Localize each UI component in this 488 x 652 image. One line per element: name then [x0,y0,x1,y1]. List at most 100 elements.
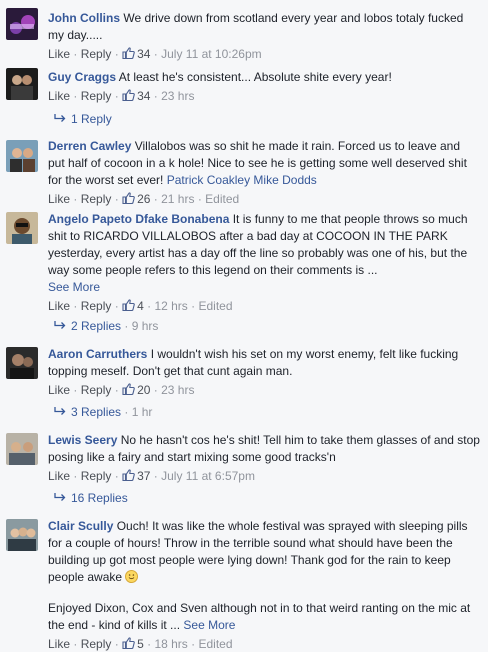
separator: · [73,47,78,61]
like-count[interactable]: 26 [137,192,150,206]
like-button[interactable]: Like [48,89,70,103]
comment-author[interactable]: Clair Scully [48,519,113,533]
replies-timestamp: 9 hrs [131,319,159,333]
reply-button[interactable]: Reply [81,47,112,61]
like-button[interactable]: Like [48,299,70,313]
reply-arrow-icon [54,114,66,122]
replies-label[interactable]: 3 Replies [71,405,121,419]
comment-meta: Like · Reply · 5 · 18 hrs · Edited [48,636,480,652]
separator: · [124,319,129,333]
tagged-users[interactable]: Patrick Coakley Mike Dodds [167,173,317,187]
edited-label[interactable]: Edited [199,637,233,651]
see-more-link[interactable]: See More [48,280,100,294]
comment-author[interactable]: John Collins [48,11,120,25]
avatar[interactable] [6,433,38,465]
smile-emoji-icon [125,570,139,583]
reply-button[interactable]: Reply [81,89,112,103]
separator: · [153,89,158,103]
comment-meta: Like · Reply · 37 · July 11 at 6:57pm [48,468,480,484]
replies-label[interactable]: 16 Replies [71,491,128,505]
timestamp[interactable]: 23 hrs [161,89,194,103]
reply-button[interactable]: Reply [81,383,112,397]
timestamp[interactable]: 21 hrs [161,192,194,206]
like-count[interactable]: 5 [137,637,144,651]
reply-button[interactable]: Reply [81,192,112,206]
thumbs-up-icon [122,47,135,59]
separator: · [73,89,78,103]
timestamp[interactable]: July 11 at 6:57pm [161,469,255,483]
comment-text: At least he's consistent... Absolute shi… [118,70,392,84]
separator: · [153,47,158,61]
timestamp[interactable]: 18 hrs [154,637,187,651]
separator: · [114,299,119,313]
comment-author[interactable]: Guy Craggs [48,70,116,84]
comment-author[interactable]: Angelo Papeto Dfake Bonabena [48,212,229,226]
separator: · [124,405,129,419]
separator: · [114,469,119,483]
view-replies-link[interactable]: 2 Replies · 9 hrs [54,318,158,334]
comment-meta: Like · Reply · 20 · 23 hrs [48,382,480,398]
reply-button[interactable]: Reply [81,469,112,483]
separator: · [153,383,158,397]
separator: · [73,192,78,206]
timestamp[interactable]: 23 hrs [161,383,194,397]
reply-arrow-icon [54,321,66,329]
comments-feed: John Collins We drive down from scotland… [0,0,488,651]
thumbs-up-icon [122,469,135,481]
view-replies-link[interactable]: 16 Replies [54,490,128,506]
thumbs-up-icon [122,299,135,311]
separator: · [147,299,152,313]
avatar[interactable] [6,519,38,551]
view-replies-link[interactable]: 1 Reply [54,111,112,127]
separator: · [114,89,119,103]
avatar[interactable] [6,140,38,172]
separator: · [73,637,78,651]
comment-author[interactable]: Lewis Seery [48,433,117,447]
like-button[interactable]: Like [48,47,70,61]
avatar[interactable] [6,212,38,244]
thumbs-up-icon [122,192,135,204]
like-button[interactable]: Like [48,192,70,206]
comment-meta: Like · Reply · 26 · 21 hrs · Edited [48,191,480,207]
avatar[interactable] [6,8,38,40]
separator: · [73,299,78,313]
timestamp[interactable]: July 11 at 10:26pm [161,47,262,61]
thumbs-up-icon [122,89,135,101]
like-count[interactable]: 34 [137,89,150,103]
separator: · [197,192,202,206]
separator: · [73,383,78,397]
separator: · [153,469,158,483]
edited-label[interactable]: Edited [205,192,239,206]
separator: · [73,469,78,483]
like-button[interactable]: Like [48,383,70,397]
reply-button[interactable]: Reply [81,637,112,651]
separator: · [114,192,119,206]
view-replies-link[interactable]: 3 Replies · 1 hr [54,404,152,420]
separator: · [114,637,119,651]
edited-label[interactable]: Edited [199,299,233,313]
separator: · [114,47,119,61]
comment-meta: Like · Reply · 4 · 12 hrs · Edited [48,298,480,314]
replies-timestamp: 1 hr [131,405,153,419]
like-count[interactable]: 34 [137,47,150,61]
like-count[interactable]: 37 [137,469,150,483]
reply-arrow-icon [54,407,66,415]
see-more-link[interactable]: See More [183,618,235,632]
replies-label[interactable]: 1 Reply [71,112,112,126]
separator: · [191,299,196,313]
comment-author[interactable]: Aaron Carruthers [48,347,147,361]
thumbs-up-icon [122,383,135,395]
like-button[interactable]: Like [48,637,70,651]
separator: · [191,637,196,651]
timestamp[interactable]: 12 hrs [154,299,187,313]
comment-author[interactable]: Derren Cawley [48,139,131,153]
replies-label[interactable]: 2 Replies [71,319,121,333]
like-count[interactable]: 4 [137,299,144,313]
like-count[interactable]: 20 [137,383,150,397]
like-button[interactable]: Like [48,469,70,483]
separator: · [147,637,152,651]
avatar[interactable] [6,347,38,379]
separator: · [114,383,119,397]
reply-button[interactable]: Reply [81,299,112,313]
avatar[interactable] [6,68,38,100]
